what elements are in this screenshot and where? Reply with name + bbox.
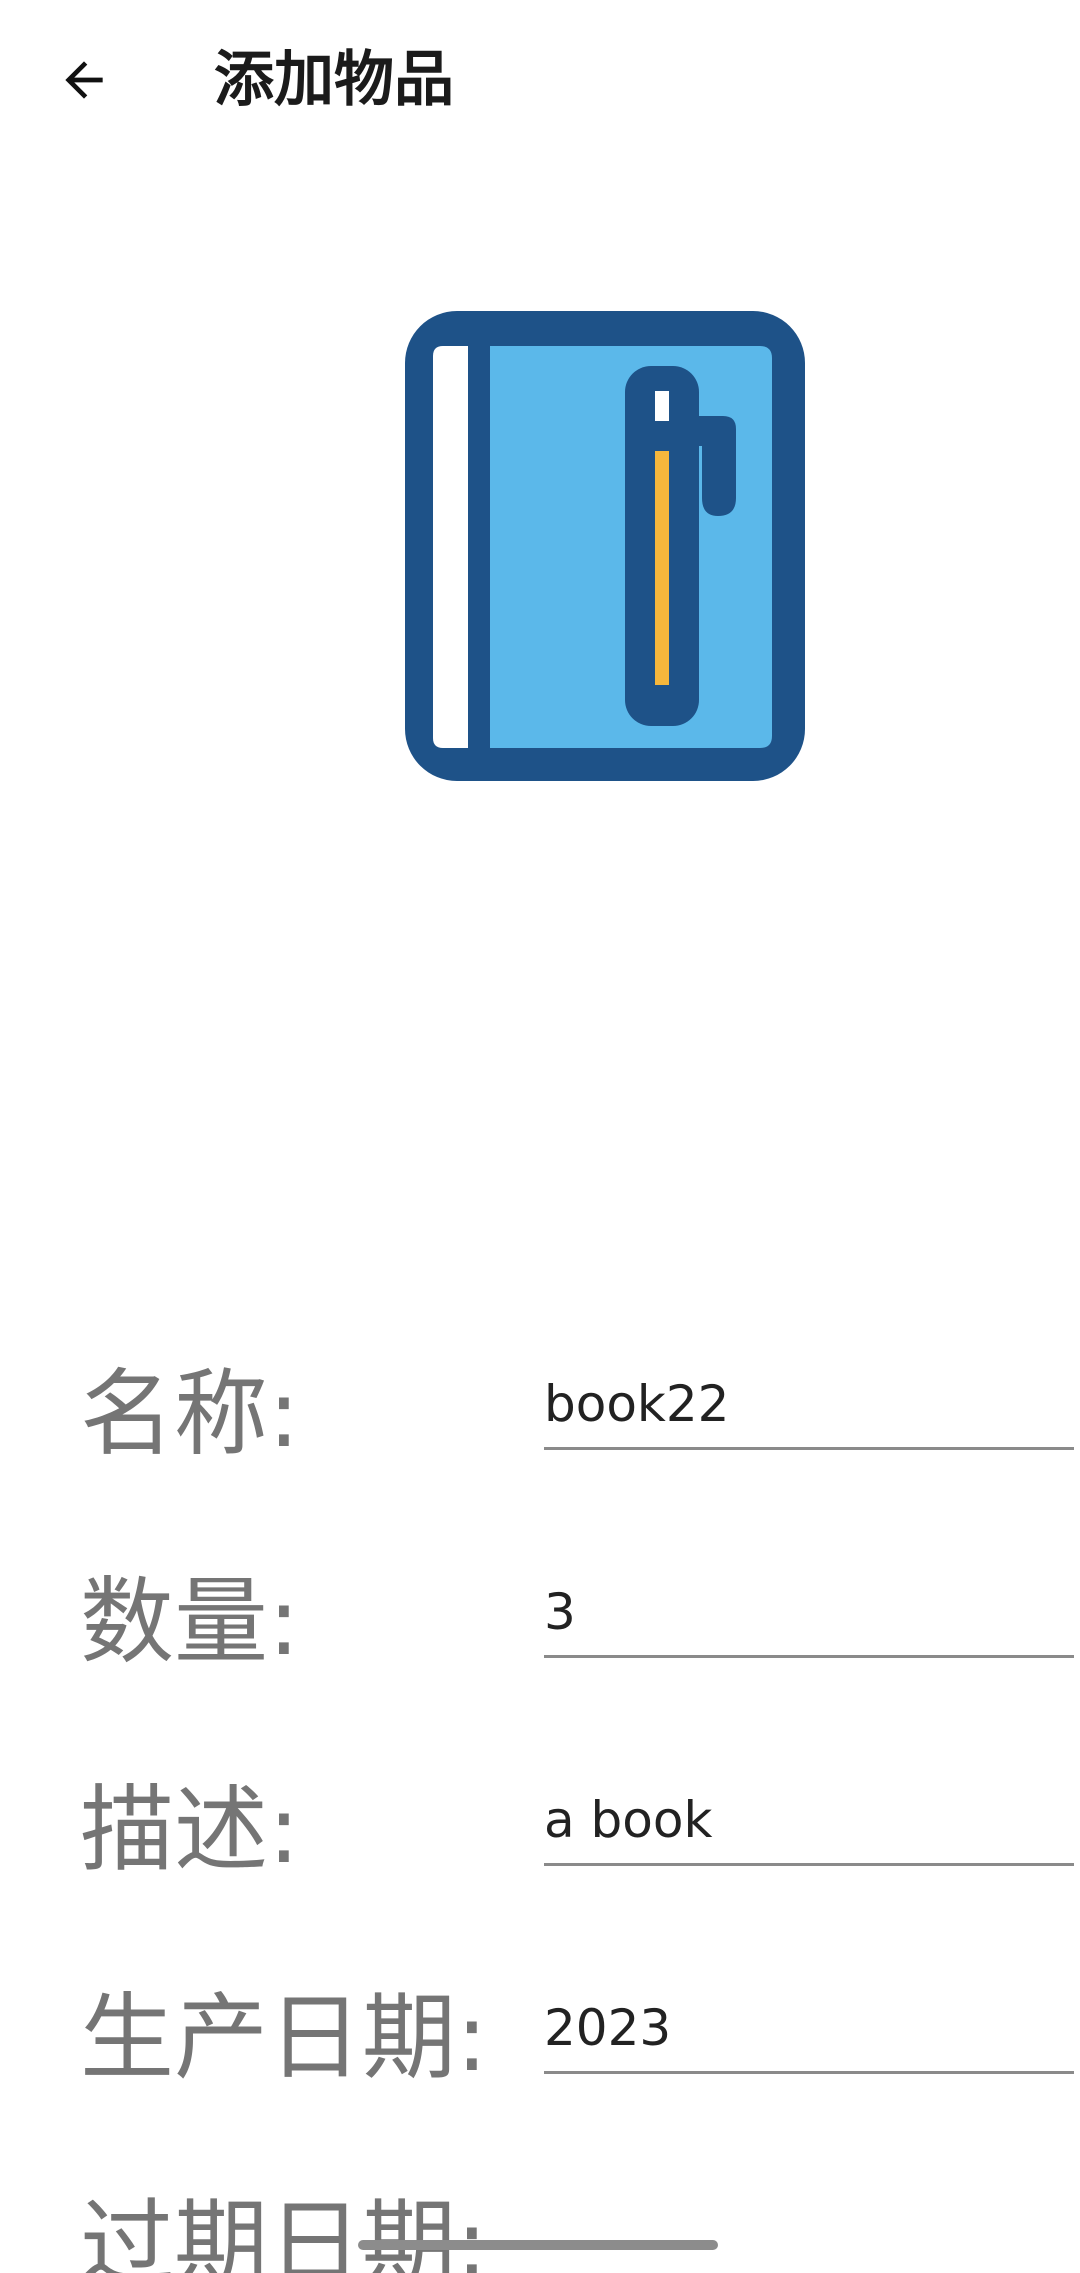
production-date-input[interactable]: [544, 1984, 1074, 2074]
quantity-row: 数量:: [0, 1568, 1080, 1718]
name-input[interactable]: [544, 1360, 1074, 1450]
description-label: 描述:: [80, 1776, 300, 1885]
add-item-screen: 添加物品 名称: 数量: 描述: 生产日: [0, 0, 1080, 2273]
quantity-input[interactable]: [544, 1568, 1074, 1658]
production-date-label: 生产日期:: [80, 1984, 488, 2093]
quantity-label: 数量:: [80, 1568, 300, 1677]
expiry-date-label: 过期日期:: [80, 2190, 488, 2273]
back-button[interactable]: [40, 36, 128, 124]
arrow-left-icon: [65, 61, 103, 99]
notebook-with-pen-icon: [405, 311, 805, 781]
home-indicator[interactable]: [358, 2240, 718, 2250]
app-bar: 添加物品: [0, 0, 1080, 160]
page-title: 添加物品: [214, 45, 454, 115]
item-image[interactable]: [400, 306, 810, 786]
production-date-row: 生产日期:: [0, 1984, 1080, 2134]
description-row: 描述:: [0, 1776, 1080, 1926]
description-input[interactable]: [544, 1776, 1074, 1866]
name-row: 名称:: [0, 1360, 1080, 1510]
name-label: 名称:: [80, 1360, 300, 1469]
